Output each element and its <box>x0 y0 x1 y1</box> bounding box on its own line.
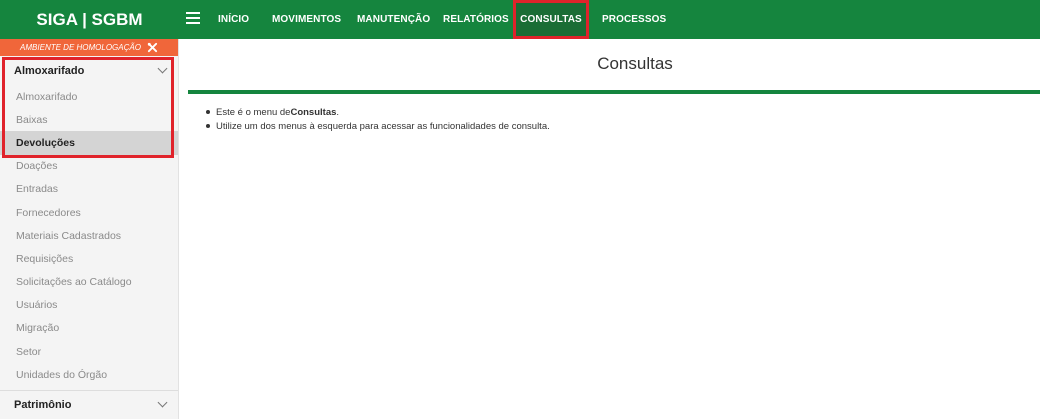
nav-consultas[interactable]: CONSULTAS <box>513 0 589 39</box>
sidebar-item[interactable]: Entradas <box>0 178 178 201</box>
nav-relatorios[interactable]: RELATÓRIOS <box>437 0 515 39</box>
title-underline <box>188 90 1040 94</box>
section-label: Patrimônio <box>14 398 72 411</box>
chevron-down-icon <box>157 63 168 74</box>
info-line-2: Utilize um dos menus à esquerda para ace… <box>206 119 550 133</box>
page-title: Consultas <box>597 54 673 73</box>
info-line-1-bold: Consultas <box>290 106 337 118</box>
section-label: Almoxarifado <box>14 64 85 77</box>
hamburger-menu-icon[interactable] <box>186 12 200 26</box>
environment-banner: AMBIENTE DE HOMOLOGAÇÃO <box>0 39 178 56</box>
nav-manutencao[interactable]: MANUTENÇÃO <box>351 0 436 39</box>
nav-movimentos[interactable]: MOVIMENTOS <box>266 0 347 39</box>
tools-icon <box>147 42 158 53</box>
sidebar-item[interactable]: Unidades do Órgão <box>0 363 178 386</box>
info-line-1-post: . <box>336 106 340 118</box>
nav-inicio[interactable]: INÍCIO <box>212 0 255 39</box>
sidebar: AMBIENTE DE HOMOLOGAÇÃO Almoxarifado Alm… <box>0 39 179 419</box>
app-brand[interactable]: SIGA | SGBM <box>0 0 179 39</box>
sidebar-item[interactable]: Baixas <box>0 108 178 131</box>
sidebar-item[interactable]: Doações <box>0 155 178 178</box>
nav-processos[interactable]: PROCESSOS <box>596 0 672 39</box>
sidebar-item[interactable]: Devoluções <box>0 131 178 155</box>
sidebar-item[interactable]: Usuários <box>0 294 178 317</box>
sidebar-item[interactable]: Fornecedores <box>0 201 178 224</box>
sidebar-section-patrimonio[interactable]: Patrimônio <box>0 391 178 418</box>
chevron-down-icon <box>157 397 168 408</box>
environment-label: AMBIENTE DE HOMOLOGAÇÃO <box>20 43 141 52</box>
main-content: Consultas Este é o menu de Consultas . U… <box>180 39 1040 419</box>
sidebar-item[interactable]: Materiais Cadastrados <box>0 224 178 247</box>
sidebar-item[interactable]: Migração <box>0 317 178 340</box>
sidebar-item[interactable]: Solicitações ao Catálogo <box>0 271 178 294</box>
sidebar-submenu: Almoxarifado Baixas Devoluções Doações Entra… <box>0 85 178 386</box>
sidebar-item[interactable]: Almoxarifado <box>0 85 178 108</box>
sidebar-item[interactable]: Setor <box>0 340 178 363</box>
info-line-1: Este é o menu de Consultas . <box>206 105 550 119</box>
sidebar-item[interactable]: Requisições <box>0 247 178 270</box>
info-list: Este é o menu de Consultas . Utilize um … <box>206 105 550 133</box>
info-line-1-pre: Este é o menu de <box>216 106 291 118</box>
top-navbar: SIGA | SGBM INÍCIO MOVIMENTOS MANUTENÇÃO… <box>0 0 1040 39</box>
sidebar-section-almoxarifado[interactable]: Almoxarifado <box>0 56 178 85</box>
